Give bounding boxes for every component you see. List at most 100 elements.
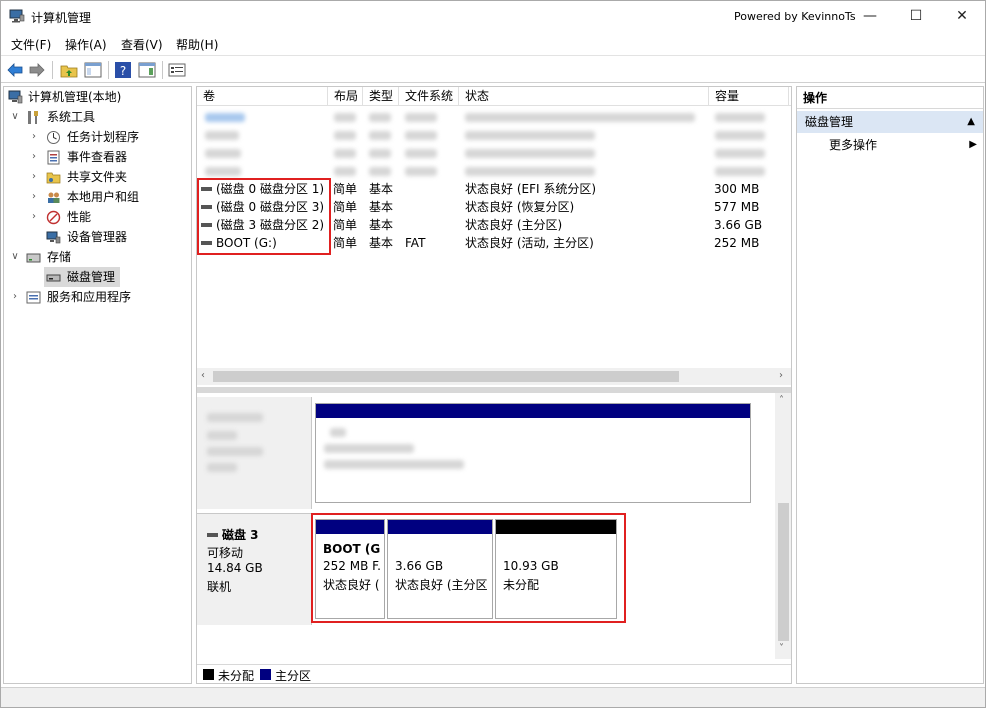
menu-file[interactable]: 文件(F) <box>11 36 51 53</box>
volume-status: 状态良好 (活动, 主分区) <box>465 236 594 250</box>
column-header-layout[interactable]: 布局 <box>328 87 363 106</box>
storage-icon <box>26 253 41 263</box>
properties-icon[interactable] <box>168 61 186 79</box>
column-header-status[interactable]: 状态 <box>459 87 709 106</box>
up-folder-icon[interactable] <box>60 61 78 79</box>
disk-3-size: 14.84 GB <box>207 561 263 575</box>
partition-boot-g[interactable]: BOOT (G 252 MB F. 状态良好 ( <box>315 519 385 619</box>
scroll-up-arrow-icon[interactable]: ˄ <box>779 395 784 406</box>
tree-label: 本地用户和组 <box>67 190 140 204</box>
partition-header-bar <box>388 520 492 534</box>
scroll-right-arrow-icon[interactable]: › <box>779 370 783 381</box>
collapse-chevron-icon[interactable]: ∨ <box>9 107 21 127</box>
disk-3-kind: 可移动 <box>207 546 244 560</box>
volume-name: (磁盘 0 磁盘分区 1) <box>216 182 325 196</box>
expand-chevron-icon[interactable]: › <box>28 167 40 187</box>
window-title: 计算机管理 <box>31 11 92 25</box>
volume-row-obscured[interactable] <box>197 108 791 126</box>
collapse-triangle-icon[interactable]: ▲ <box>967 111 975 133</box>
partition-header-bar <box>316 520 384 534</box>
disk-volume-icon <box>201 240 212 245</box>
menu-view[interactable]: 查看(V) <box>121 36 163 53</box>
tree-item-shared-folders[interactable]: › 共享文件夹 <box>4 167 191 187</box>
tree-item-task-scheduler[interactable]: › 任务计划程序 <box>4 127 191 147</box>
volume-list-header: 卷 布局 类型 文件系统 状态 容量 <box>197 87 791 106</box>
action-pane-icon[interactable] <box>138 61 156 79</box>
minimize-button[interactable]: — <box>847 1 893 32</box>
actions-section-disk-management[interactable]: 磁盘管理 ▲ <box>797 111 983 133</box>
partition-header-bar <box>496 520 616 534</box>
partition-disk3-2[interactable]: 3.66 GB 状态良好 (主分区 <box>387 519 493 619</box>
volume-row-obscured[interactable] <box>197 162 791 180</box>
event-viewer-icon <box>47 150 60 165</box>
column-header-capacity[interactable]: 容量 <box>709 87 789 106</box>
expand-chevron-icon[interactable]: › <box>28 207 40 227</box>
disk-3-info[interactable]: 磁盘 3 可移动 14.84 GB 联机 <box>197 513 312 625</box>
tree-item-root[interactable]: 计算机管理(本地) <box>4 87 191 107</box>
disk-info-obscured[interactable] <box>197 397 312 509</box>
expand-chevron-icon[interactable]: › <box>9 287 21 307</box>
tree-label: 磁盘管理 <box>67 270 116 284</box>
scrollbar-thumb[interactable] <box>213 371 679 382</box>
scroll-left-arrow-icon[interactable]: ‹ <box>201 370 205 381</box>
computer-management-icon <box>8 90 23 104</box>
tree-item-disk-management[interactable]: 磁盘管理 <box>44 267 120 287</box>
toolbar: ? <box>1 55 985 83</box>
volume-status: 状态良好 (EFI 系统分区) <box>465 182 597 196</box>
volume-row-obscured[interactable] <box>197 144 791 162</box>
tree-label: 任务计划程序 <box>67 130 140 144</box>
expand-chevron-icon[interactable]: › <box>28 187 40 207</box>
tree-item-device-manager[interactable]: 设备管理器 <box>4 227 191 247</box>
more-actions-item[interactable]: 更多操作 ▶ <box>797 135 983 155</box>
tree-label: 设备管理器 <box>67 230 128 244</box>
volume-layout: 简单 <box>333 200 358 214</box>
collapse-chevron-icon[interactable]: ∨ <box>9 247 21 267</box>
menu-action[interactable]: 操作(A) <box>65 36 107 53</box>
legend-label-primary: 主分区 <box>275 669 312 683</box>
volume-row[interactable]: (磁盘 0 磁盘分区 3) 简单 基本 状态良好 (恢复分区) 577 MB <box>197 198 791 216</box>
tree-item-system-tools[interactable]: ∨ 系统工具 <box>4 107 191 127</box>
disk-icon <box>207 532 218 537</box>
tree-item-services[interactable]: › 服务和应用程序 <box>4 287 191 307</box>
menu-help[interactable]: 帮助(H) <box>176 36 218 53</box>
partition-title: BOOT (G <box>323 542 381 556</box>
column-header-type[interactable]: 类型 <box>363 87 399 106</box>
partition-header-bar <box>316 404 750 418</box>
partition-obscured[interactable] <box>315 403 751 503</box>
device-manager-icon <box>46 231 61 244</box>
partition-unallocated[interactable]: 10.93 GB 未分配 <box>495 519 617 619</box>
tree-item-performance[interactable]: › 性能 <box>4 207 191 227</box>
scroll-down-arrow-icon[interactable]: ˅ <box>779 643 784 654</box>
expand-chevron-icon[interactable]: › <box>28 147 40 167</box>
column-header-volume[interactable]: 卷 <box>197 87 328 106</box>
close-button[interactable]: ✕ <box>939 1 985 32</box>
back-arrow-icon[interactable] <box>6 61 24 79</box>
services-icon <box>26 291 41 304</box>
volume-row[interactable]: BOOT (G:) 简单 基本 FAT 状态良好 (活动, 主分区) 252 M… <box>197 234 791 252</box>
maximize-button[interactable]: ☐ <box>893 1 939 32</box>
scrollbar-thumb[interactable] <box>778 503 789 641</box>
volume-row-obscured[interactable] <box>197 126 791 144</box>
help-icon[interactable]: ? <box>114 61 132 79</box>
volume-row[interactable]: (磁盘 0 磁盘分区 1) 简单 基本 状态良好 (EFI 系统分区) 300 … <box>197 180 791 198</box>
column-header-filesystem[interactable]: 文件系统 <box>399 87 459 106</box>
volume-status: 状态良好 (主分区) <box>465 218 563 232</box>
status-bar <box>1 687 985 707</box>
volume-name: BOOT (G:) <box>216 236 277 250</box>
volume-layout: 简单 <box>333 236 358 250</box>
volume-list-horizontal-scrollbar[interactable]: ‹ › <box>197 368 791 385</box>
disk-graphical-view: 磁盘 3 可移动 14.84 GB 联机 BOOT (G 252 MB F. 状… <box>197 393 791 659</box>
console-tree-icon[interactable] <box>84 61 102 79</box>
volume-type: 基本 <box>369 236 394 250</box>
expand-chevron-icon[interactable]: › <box>28 127 40 147</box>
users-icon <box>48 192 60 203</box>
forward-arrow-icon[interactable] <box>28 61 46 79</box>
volume-capacity: 300 MB <box>714 182 760 196</box>
partition-size: 10.93 GB <box>503 559 559 573</box>
volume-row[interactable]: (磁盘 3 磁盘分区 2) 简单 基本 状态良好 (主分区) 3.66 GB <box>197 216 791 234</box>
disk-view-vertical-scrollbar[interactable]: ˄ ˅ <box>775 393 791 659</box>
tree-item-storage[interactable]: ∨ 存储 <box>4 247 191 267</box>
submenu-arrow-icon: ▶ <box>969 139 977 150</box>
tree-item-local-users[interactable]: › 本地用户和组 <box>4 187 191 207</box>
tree-item-event-viewer[interactable]: › 事件查看器 <box>4 147 191 167</box>
